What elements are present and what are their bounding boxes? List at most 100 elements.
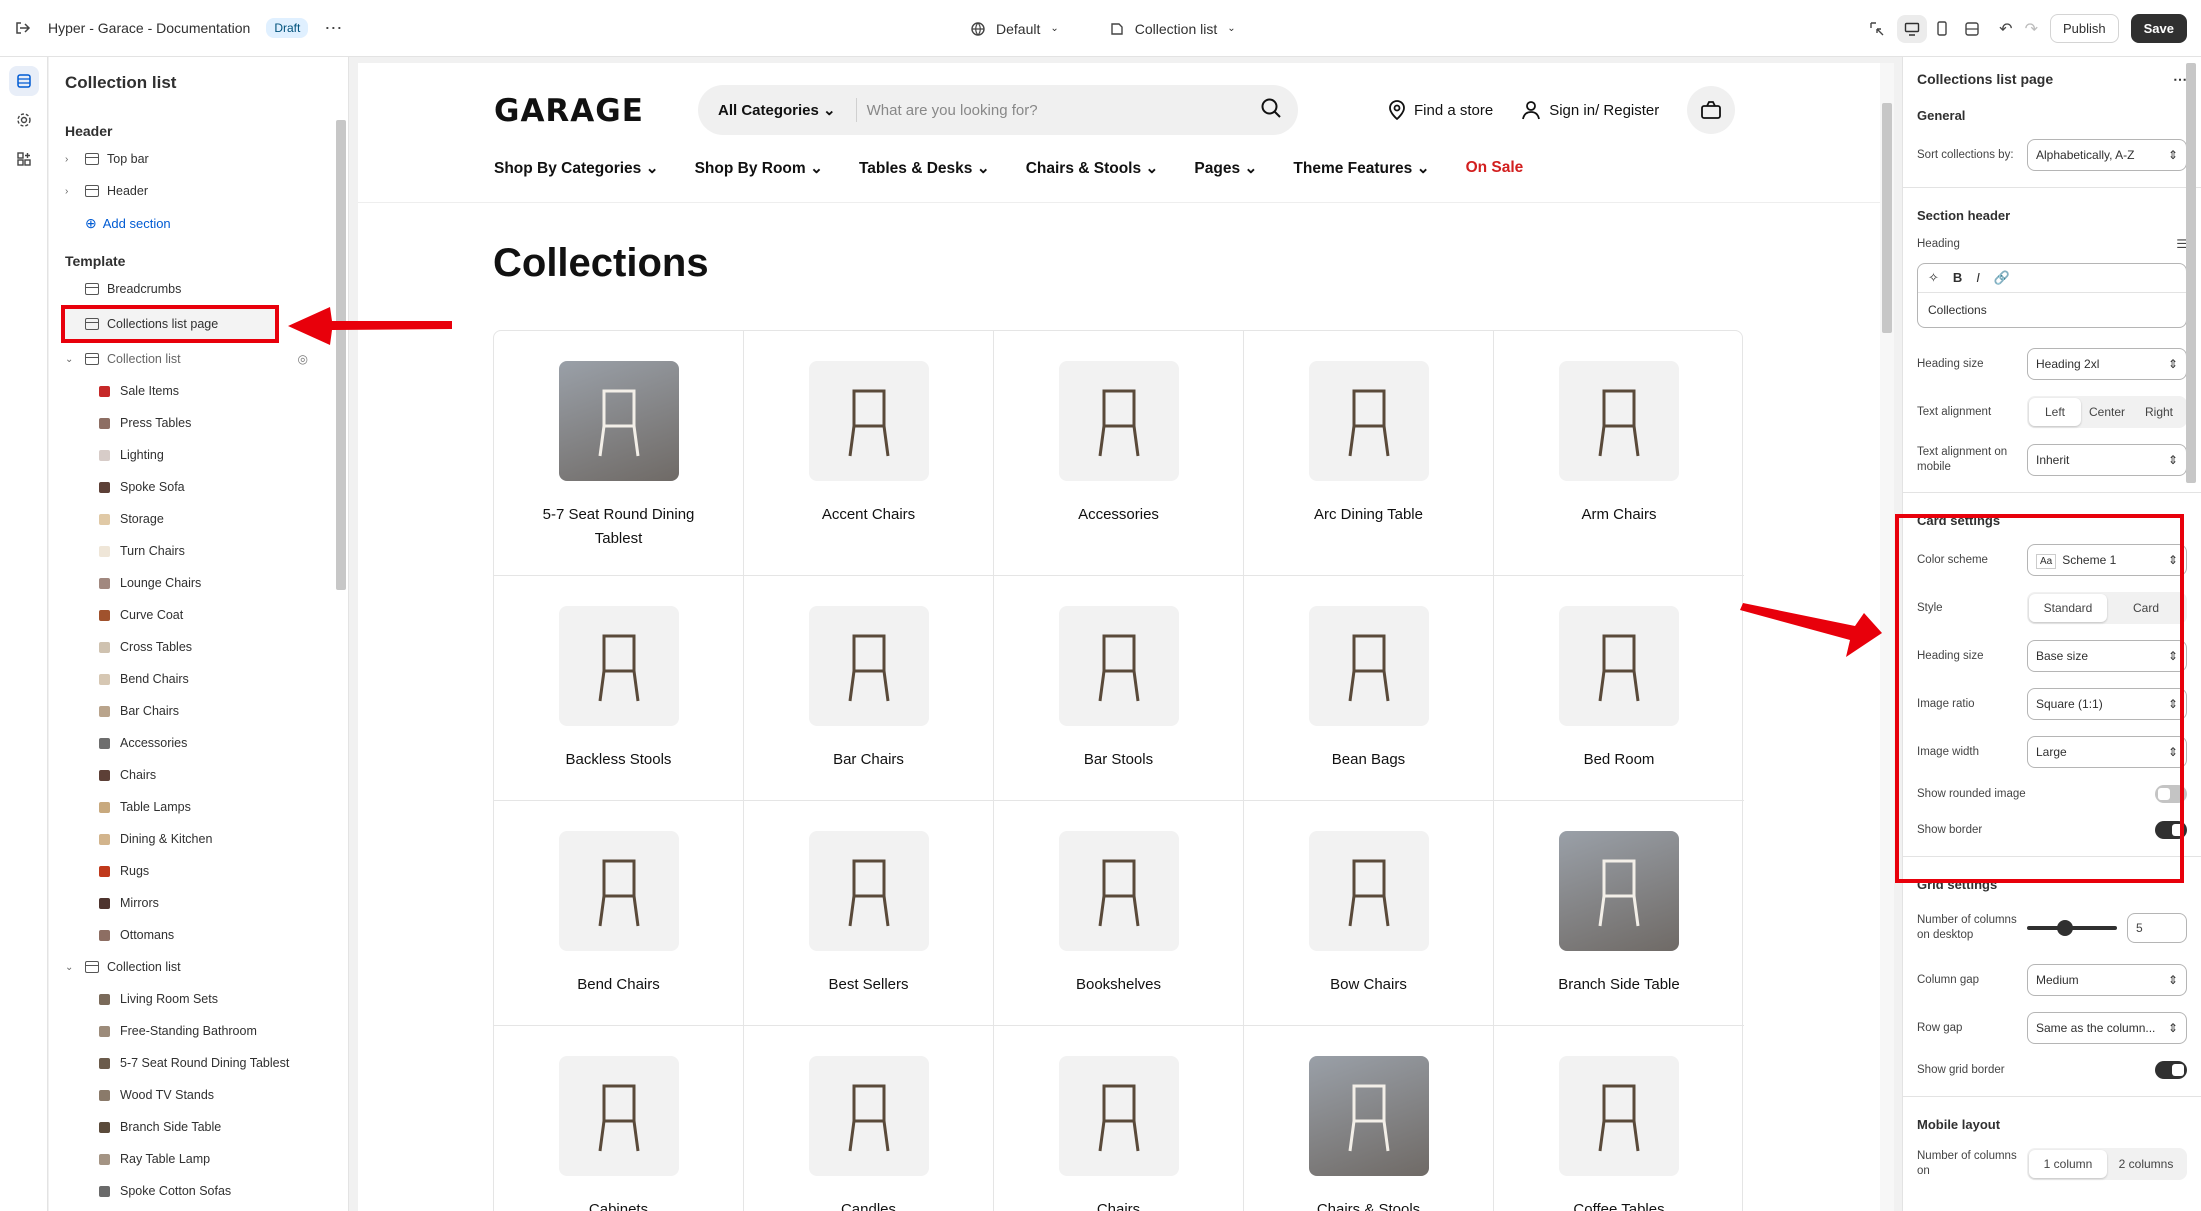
nav-on-sale[interactable]: On Sale (1466, 159, 1524, 178)
collection-card[interactable]: Accent Chairs (744, 331, 994, 576)
nav-item[interactable]: Shop By Categories ⌄ (494, 159, 659, 178)
collection-card[interactable]: Best Sellers (744, 801, 994, 1026)
bold-icon[interactable]: B (1953, 270, 1962, 286)
sidebar-collection-item[interactable]: Sale Items (49, 375, 348, 407)
sidebar-collection-item[interactable]: Ray Table Lamp (49, 1143, 348, 1175)
sidebar-collection-item[interactable]: Bar Chairs (49, 695, 348, 727)
sort-select[interactable]: Alphabetically, A-Z ⇕ (2027, 139, 2187, 171)
save-button[interactable]: Save (2130, 14, 2187, 43)
collection-title[interactable]: Bean Bags (1279, 748, 1459, 772)
undo-icon[interactable]: ↶ (1999, 19, 2012, 39)
sidebar-item-collection-list-2[interactable]: ⌄ Collection list (49, 951, 348, 983)
text-alignment-mobile-select[interactable]: Inherit ⇕ (2027, 444, 2187, 476)
sidebar-collection-item[interactable]: Spoke Sofa (49, 471, 348, 503)
collection-card[interactable]: Branch Side Table (1494, 801, 1744, 1026)
sidebar-collection-item[interactable]: Free-Standing Bathroom (49, 1015, 348, 1047)
collection-card[interactable]: Arm Chairs (1494, 331, 1744, 576)
redo-icon[interactable]: ↷ (2025, 19, 2038, 39)
collection-title[interactable]: Accessories (1029, 503, 1209, 527)
add-section-button[interactable]: ⊕ Add section (49, 207, 348, 239)
sidebar-collection-item[interactable]: Curve Coat (49, 599, 348, 631)
chevron-down-icon[interactable]: ⌄ (65, 962, 79, 973)
exit-icon[interactable] (14, 19, 32, 37)
collection-card[interactable]: Accessories (994, 331, 1244, 576)
sidebar-collection-item[interactable]: Cross Tables (49, 631, 348, 663)
sidebar-item-collection-list[interactable]: ⌄ Collection list ◎ (49, 343, 348, 375)
sidebar-collection-item[interactable]: Press Tables (49, 407, 348, 439)
cart-button[interactable] (1687, 86, 1736, 134)
sidebar-collection-item[interactable]: Ottomans (49, 919, 348, 951)
nav-item[interactable]: Chairs & Stools ⌄ (1026, 159, 1159, 178)
inspector-icon[interactable] (1869, 21, 1885, 37)
collection-title[interactable]: Bookshelves (1029, 973, 1209, 997)
nav-item[interactable]: Tables & Desks ⌄ (859, 159, 990, 178)
sidebar-item-top-bar[interactable]: › Top bar (49, 143, 348, 175)
collection-title[interactable]: Cabinets (529, 1198, 709, 1211)
collection-title[interactable]: Branch Side Table (1529, 973, 1709, 997)
collection-card[interactable]: Chairs (994, 1026, 1244, 1211)
sidebar-collection-item[interactable]: Bend Chairs (49, 663, 348, 695)
collection-card[interactable]: Chairs & Stools (1244, 1026, 1494, 1211)
align-right-option[interactable]: Right (2133, 398, 2185, 426)
magic-icon[interactable]: ✧ (1928, 270, 1939, 286)
columns-input[interactable]: 5 (2127, 913, 2187, 943)
columns-slider[interactable] (2027, 920, 2117, 936)
collection-title[interactable]: Chairs (1029, 1198, 1209, 1211)
chevron-right-icon[interactable]: › (65, 154, 79, 165)
align-center-option[interactable]: Center (2081, 398, 2133, 426)
find-store-link[interactable]: Find a store (1388, 100, 1493, 120)
heading-size-select[interactable]: Heading 2xl ⇕ (2027, 348, 2187, 380)
collection-title[interactable]: Bow Chairs (1279, 973, 1459, 997)
collection-title[interactable]: Arm Chairs (1529, 503, 1709, 527)
sidebar-collection-item[interactable]: Storage (49, 503, 348, 535)
collection-card[interactable]: 5-7 Seat Round Dining Tablest (494, 331, 744, 576)
collection-card[interactable]: Coffee Tables (1494, 1026, 1744, 1211)
chevron-down-icon[interactable]: ⌄ (65, 354, 79, 365)
collection-card[interactable]: Bookshelves (994, 801, 1244, 1026)
grid-border-toggle[interactable] (2155, 1061, 2187, 1079)
mobile-1-column-option[interactable]: 1 column (2029, 1150, 2107, 1178)
search-input[interactable]: What are you looking for? (857, 102, 1260, 119)
mobile-icon[interactable] (1927, 15, 1957, 43)
sidebar-collection-item[interactable]: Rugs (49, 855, 348, 887)
collection-card[interactable]: Backless Stools (494, 576, 744, 801)
heading-input[interactable]: Collections (1918, 293, 2186, 327)
collection-title[interactable]: Best Sellers (779, 973, 959, 997)
collection-title[interactable]: Bend Chairs (529, 973, 709, 997)
collection-title[interactable]: Chairs & Stools (1279, 1198, 1459, 1211)
sections-icon[interactable] (9, 66, 39, 96)
gear-icon[interactable] (9, 105, 39, 135)
hidden-eye-icon[interactable]: ◎ (298, 352, 308, 366)
sidebar-collection-item[interactable]: Turn Chairs (49, 535, 348, 567)
publish-button[interactable]: Publish (2049, 14, 2119, 43)
sidebar-collection-item[interactable]: Spoke Cotton Sofas (49, 1175, 348, 1207)
row-gap-select[interactable]: Same as the column... ⇕ (2027, 1012, 2187, 1044)
align-left-option[interactable]: Left (2029, 398, 2081, 426)
collection-title[interactable]: Accent Chairs (779, 503, 959, 527)
more-options-icon[interactable]: ⋯ (2173, 71, 2187, 88)
collection-title[interactable]: Arc Dining Table (1279, 503, 1459, 527)
italic-icon[interactable]: I (1976, 270, 1980, 286)
search-bar[interactable]: All Categories ⌄ What are you looking fo… (698, 85, 1298, 135)
collection-card[interactable]: Cabinets (494, 1026, 744, 1211)
collection-card[interactable]: Bed Room (1494, 576, 1744, 801)
collection-card[interactable]: Bend Chairs (494, 801, 744, 1026)
panel-scrollbar[interactable] (2186, 63, 2196, 483)
collection-title[interactable]: 5-7 Seat Round Dining Tablest (529, 503, 709, 551)
preview-scrollbar[interactable] (1880, 63, 1894, 1211)
chevron-right-icon[interactable]: › (65, 186, 79, 197)
sidebar-collection-item[interactable]: Table Lamps (49, 791, 348, 823)
collection-card[interactable]: Bar Stools (994, 576, 1244, 801)
collection-title[interactable]: Backless Stools (529, 748, 709, 772)
link-icon[interactable]: 🔗 (1994, 270, 2010, 286)
desktop-icon[interactable] (1897, 14, 1928, 43)
template-selector[interactable]: Collection list ⌄ (1109, 21, 1236, 37)
store-logo[interactable]: GARAGE (494, 93, 644, 129)
nav-item[interactable]: Theme Features ⌄ (1293, 159, 1429, 178)
nav-item[interactable]: Pages ⌄ (1194, 159, 1257, 178)
collection-card[interactable]: Bean Bags (1244, 576, 1494, 801)
column-gap-select[interactable]: Medium ⇕ (2027, 964, 2187, 996)
search-icon[interactable] (1260, 97, 1282, 124)
sidebar-item-header[interactable]: › Header (49, 175, 348, 207)
sidebar-collection-item[interactable]: Accessories (49, 727, 348, 759)
